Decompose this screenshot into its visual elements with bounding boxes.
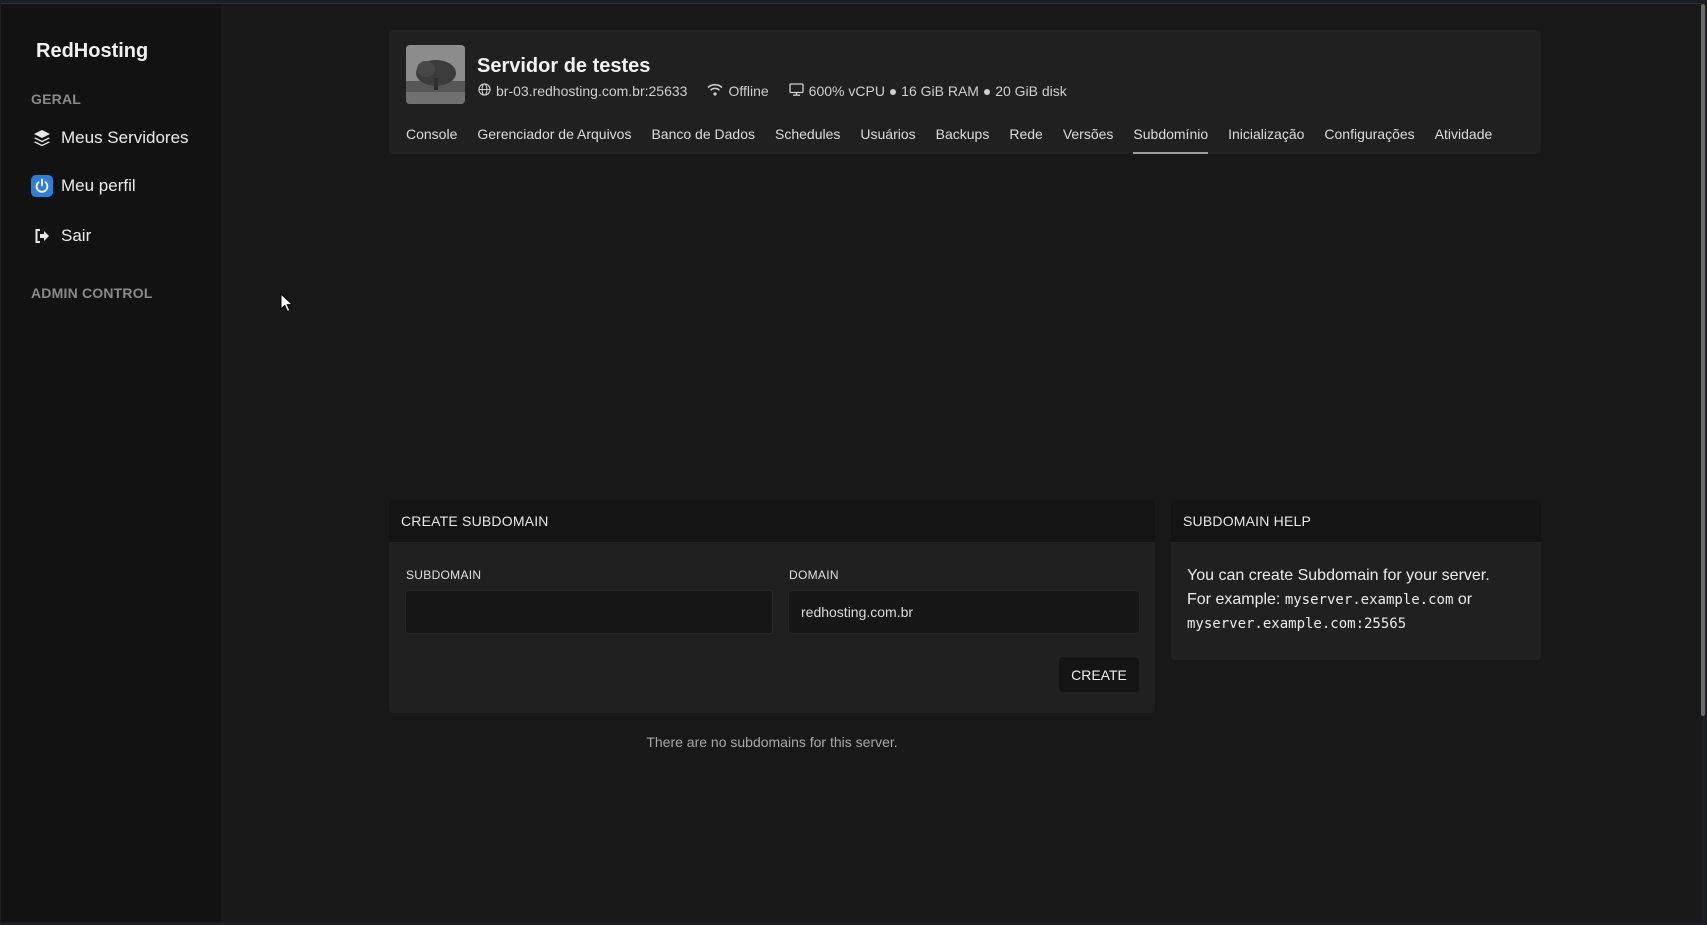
help-example-1: myserver.example.com [1284,592,1454,608]
server-name: Servidor de testes [477,55,651,77]
section-label-admin-control[interactable]: ADMIN CONTROL [31,285,153,301]
sidebar-item-sair[interactable]: Sair [31,225,91,247]
create-subdomain-card: CREATE SUBDOMAIN SUBDOMAIN DOMAIN redhos… [389,500,1155,713]
subdomain-help-title: SUBDOMAIN HELP [1171,500,1541,542]
tab-console[interactable]: Console [406,126,457,154]
domain-select[interactable]: redhosting.com.br [788,590,1140,634]
tab-versoes[interactable]: Versões [1063,126,1114,154]
monitor-icon [789,83,804,99]
server-header: Servidor de testes br-03.redhosting.com.… [389,30,1541,154]
sidebar-item-meu-perfil[interactable]: Meu perfil [31,175,136,197]
domain-label: DOMAIN [789,568,839,582]
server-address-text: br-03.redhosting.com.br:25633 [496,83,688,99]
sidebar-item-label: Meus Servidores [61,128,189,147]
sidebar-item-label: Meu perfil [61,176,136,195]
server-status: Offline [707,83,769,99]
server-address: br-03.redhosting.com.br:25633 [478,83,687,99]
app-window: RedHosting GERAL Meus Servidores Meu per… [1,3,1705,922]
tab-rede[interactable]: Rede [1009,126,1042,154]
tab-subdominio[interactable]: Subdomínio [1133,126,1209,154]
help-line-1: You can create Subdomain for your server… [1187,567,1490,584]
help-text: You can create Subdomain for your server… [1187,564,1527,636]
tab-usuarios[interactable]: Usuários [860,126,915,154]
tab-inicializacao[interactable]: Inicialização [1228,126,1304,154]
scrollbar[interactable] [1701,4,1705,716]
layers-icon [31,127,53,149]
tab-banco-de-dados[interactable]: Banco de Dados [651,126,755,154]
server-avatar [406,45,465,104]
tab-atividade[interactable]: Atividade [1435,126,1493,154]
tab-schedules[interactable]: Schedules [775,126,840,154]
mouse-cursor-icon [280,292,294,318]
power-icon [31,175,53,197]
empty-subdomains-message: There are no subdomains for this server. [646,734,898,750]
tab-gerenciador-de-arquivos[interactable]: Gerenciador de Arquivos [477,126,631,154]
tab-backups[interactable]: Backups [936,126,990,154]
help-example-2: myserver.example.com:25565 [1187,616,1407,632]
help-line-2-prefix: For example: [1187,591,1285,608]
brand-logo-text[interactable]: RedHosting [36,40,148,63]
subdomain-input[interactable] [405,590,773,634]
sign-out-icon [31,225,53,247]
sidebar: RedHosting GERAL Meus Servidores Meu per… [1,4,221,922]
server-resources: 600% vCPU ● 16 GiB RAM ● 20 GiB disk [789,83,1067,99]
wifi-icon [707,83,724,99]
create-subdomain-title: CREATE SUBDOMAIN [389,500,1155,542]
server-status-text: Offline [728,83,769,99]
sidebar-item-label: Sair [61,226,92,245]
help-or: or [1453,591,1473,608]
globe-icon [478,83,491,99]
section-label-geral: GERAL [31,91,81,107]
server-meta: br-03.redhosting.com.br:25633 Offline 60… [478,83,1087,99]
server-resources-text: 600% vCPU ● 16 GiB RAM ● 20 GiB disk [808,83,1067,99]
subdomain-label: SUBDOMAIN [406,568,482,582]
tab-configuracoes[interactable]: Configurações [1324,126,1414,154]
subdomain-help-card: SUBDOMAIN HELP You can create Subdomain … [1171,500,1541,660]
create-button[interactable]: CREATE [1059,657,1139,692]
sidebar-item-meus-servidores[interactable]: Meus Servidores [31,127,189,149]
server-tabs: Console Gerenciador de Arquivos Banco de… [406,126,1512,154]
